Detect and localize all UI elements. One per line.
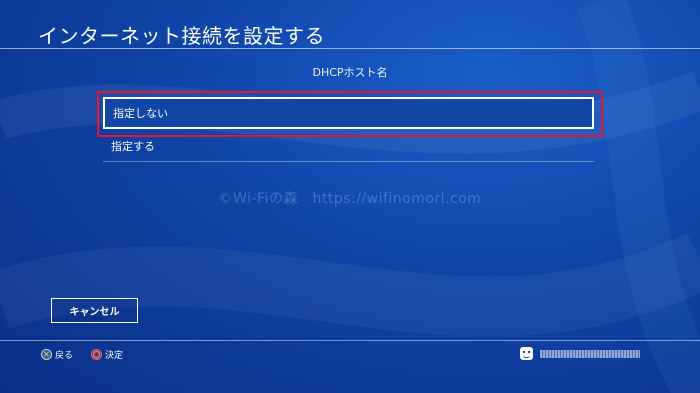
- confirm-label: 決定: [105, 351, 124, 361]
- back-hint[interactable]: ✕ 戻る: [41, 348, 73, 361]
- highlight-annotation: [97, 91, 603, 137]
- user-face-icon: [520, 347, 533, 360]
- confirm-hint[interactable]: 決定: [91, 348, 123, 361]
- status-bar: [540, 350, 640, 358]
- title-divider: [0, 48, 700, 49]
- watermark: ©Wi-Fiの森 https://wifinomori.com: [218, 191, 482, 207]
- cross-button-icon: ✕: [41, 349, 52, 360]
- page-title: インターネット接続を設定する: [38, 24, 325, 48]
- dialog-subtitle: DHCPホスト名: [312, 66, 388, 79]
- option-label: 指定する: [111, 139, 155, 153]
- footer-divider: [0, 340, 700, 341]
- cancel-button[interactable]: キャンセル: [51, 298, 138, 323]
- back-label: 戻る: [55, 351, 74, 361]
- circle-button-icon: [91, 349, 102, 360]
